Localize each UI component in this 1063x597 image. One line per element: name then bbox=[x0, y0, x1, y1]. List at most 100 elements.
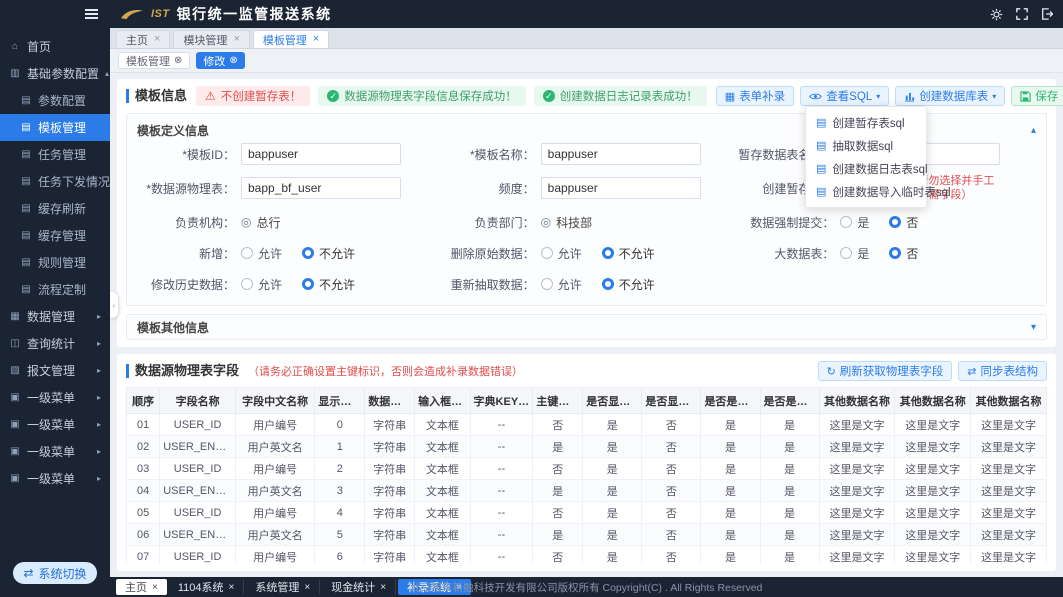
column-header[interactable]: 是否显示在... bbox=[642, 388, 701, 414]
view-sql-button[interactable]: 查看SQL ▾ bbox=[800, 86, 889, 106]
table-row[interactable]: 03USER_ID用户编号2字符串文本框--否是否是是这里是文字这里是文字这里是… bbox=[127, 458, 1047, 480]
chevron-icon: ▴ bbox=[105, 69, 109, 78]
close-icon[interactable]: × bbox=[233, 34, 239, 45]
column-header[interactable]: 字典KEY/日... bbox=[470, 388, 533, 414]
form-backfill-button[interactable]: ▦ 表单补录 bbox=[716, 86, 794, 106]
gear-icon[interactable] bbox=[990, 8, 1003, 21]
tab[interactable]: 模块管理 × bbox=[173, 30, 249, 48]
column-header[interactable]: 显示顺序 bbox=[315, 388, 365, 414]
sync-structure-button[interactable]: ⇄ 同步表结构 bbox=[958, 361, 1047, 381]
column-header[interactable]: 是否显示在... bbox=[583, 388, 642, 414]
alert-message: ⚠ ✓ 数据源物理表字段信息保存成功！ bbox=[318, 86, 526, 106]
radio-option[interactable]: 允许 bbox=[241, 245, 282, 262]
system-switch-button[interactable]: ⇄ 系统切换 bbox=[13, 562, 97, 584]
radio-option[interactable]: 不允许 bbox=[602, 245, 655, 262]
bottom-tab[interactable]: 1104系统 × bbox=[169, 579, 245, 595]
sidebar-item[interactable]: ▤ 流程定制 bbox=[0, 276, 110, 303]
radio-option[interactable]: 否 bbox=[889, 245, 918, 262]
refresh-fields-button[interactable]: ↻ 刷新获取物理表字段 bbox=[818, 361, 953, 381]
close-icon[interactable]: × bbox=[313, 34, 319, 45]
table-row[interactable]: 02USER_ENAME用户英文名1字符串文本框--是是否是是这里是文字这里是文… bbox=[127, 436, 1047, 458]
sidebar-item-icon: ▥ bbox=[9, 68, 21, 79]
radio-option[interactable]: 允许 bbox=[241, 276, 282, 293]
radio-option[interactable]: 不允许 bbox=[302, 245, 355, 262]
table-row[interactable]: 07USER_ID用户编号6字符串文本框--否是否是是这里是文字这里是文字这里是… bbox=[127, 546, 1047, 565]
sidebar-item[interactable]: ▣ 一级菜单 ▸ bbox=[0, 438, 110, 465]
frequency-input[interactable] bbox=[541, 177, 701, 199]
close-icon[interactable]: × bbox=[304, 582, 310, 593]
sql-menu-item[interactable]: ▤ 创建数据导入临时表sql bbox=[806, 180, 926, 203]
sidebar-item[interactable]: ▦ 数据管理 ▸ bbox=[0, 303, 110, 330]
close-icon[interactable]: × bbox=[229, 582, 235, 593]
dept-value[interactable]: ◎ 科技部 bbox=[541, 214, 593, 231]
column-header[interactable]: 是否是数据... bbox=[760, 388, 819, 414]
sidebar-item[interactable]: ▤ 规则管理 bbox=[0, 249, 110, 276]
radio-option[interactable]: 否 bbox=[889, 214, 918, 231]
close-icon[interactable]: × bbox=[154, 34, 160, 45]
hamburger-menu-icon[interactable] bbox=[85, 9, 98, 19]
column-header[interactable]: 其他数据名称 bbox=[895, 388, 971, 414]
radio-option[interactable]: 是 bbox=[840, 245, 869, 262]
sql-menu-item[interactable]: ▤ 创建暂存表sql bbox=[806, 111, 926, 134]
physical-table-input[interactable] bbox=[241, 177, 401, 199]
save-button[interactable]: 保存 ▾ bbox=[1011, 86, 1063, 106]
column-header[interactable]: 是否是机构... bbox=[701, 388, 760, 414]
sidebar-item[interactable]: ⌂ 首页 bbox=[0, 33, 110, 60]
sidebar-item[interactable]: ◫ 查询统计 ▸ bbox=[0, 330, 110, 357]
breadcrumb-action-chip[interactable]: 修改 ⊗ bbox=[196, 52, 244, 69]
radio-option[interactable]: 不允许 bbox=[302, 276, 355, 293]
org-value[interactable]: ◎ 总行 bbox=[241, 214, 281, 231]
close-circle-icon[interactable]: ⊗ bbox=[174, 55, 182, 66]
bottom-tab[interactable]: 现金统计 × bbox=[322, 579, 396, 595]
column-header[interactable]: 主键标识 bbox=[533, 388, 583, 414]
template-id-input[interactable] bbox=[241, 143, 401, 165]
radio-label: 允许 bbox=[558, 245, 582, 262]
column-header[interactable]: 其他数据名称 bbox=[819, 388, 895, 414]
table-cell: 是 bbox=[701, 436, 760, 458]
sidebar-item[interactable]: ▤ 任务下发情况 bbox=[0, 168, 110, 195]
sidebar-item[interactable]: ▤ 参数配置 bbox=[0, 87, 110, 114]
sidebar-item[interactable]: ▣ 一级菜单 ▸ bbox=[0, 411, 110, 438]
radio-option[interactable]: 允许 bbox=[541, 245, 582, 262]
fullscreen-icon[interactable] bbox=[1016, 8, 1028, 20]
sidebar-item[interactable]: ▤ 缓存管理 bbox=[0, 222, 110, 249]
column-header[interactable]: 输入框类型 bbox=[415, 388, 470, 414]
sidebar-item[interactable]: ▥ 基础参数配置 ▴ bbox=[0, 60, 110, 87]
table-row[interactable]: 06USER_ENAME用户英文名5字符串文本框--是是否是是这里是文字这里是文… bbox=[127, 524, 1047, 546]
sidebar-item[interactable]: ▣ 一级菜单 ▸ bbox=[0, 384, 110, 411]
sidebar-item[interactable]: ▤ 模板管理 bbox=[0, 114, 110, 141]
collapse-up-icon[interactable]: ▴ bbox=[1031, 125, 1036, 136]
table-row[interactable]: 05USER_ID用户编号4字符串文本框--否是否是是这里是文字这里是文字这里是… bbox=[127, 502, 1047, 524]
radio-option[interactable]: 是 bbox=[840, 214, 869, 231]
column-header[interactable]: 数据类型 bbox=[365, 388, 415, 414]
sidebar-item[interactable]: ▤ 任务管理 bbox=[0, 141, 110, 168]
template-name-input[interactable] bbox=[541, 143, 701, 165]
sidebar-item[interactable]: ▤ 缓存刷新 bbox=[0, 195, 110, 222]
radio-option[interactable]: 允许 bbox=[541, 276, 582, 293]
sidebar-collapse-handle[interactable]: ‹ bbox=[110, 292, 118, 318]
bottom-tab[interactable]: 主页 × bbox=[116, 579, 167, 595]
close-icon[interactable]: × bbox=[380, 582, 386, 593]
column-header[interactable]: 字段名称 bbox=[160, 388, 236, 414]
sidebar-item[interactable]: ▣ 一级菜单 ▸ bbox=[0, 465, 110, 492]
bottom-tab[interactable]: 系统管理 × bbox=[246, 579, 320, 595]
table-row[interactable]: 01USER_ID用户编号0字符串文本框--否是否是是这里是文字这里是文字这里是… bbox=[127, 414, 1047, 436]
logout-icon[interactable] bbox=[1041, 8, 1053, 20]
create-db-table-button[interactable]: 创建数据库表 ▾ bbox=[895, 86, 1005, 106]
table-row[interactable]: 04USER_ENAME用户英文名3字符串文本框--是是否是是这里是文字这里是文… bbox=[127, 480, 1047, 502]
collapse-down-icon[interactable]: ▾ bbox=[1031, 322, 1036, 333]
column-header[interactable]: 其他数据名称 bbox=[971, 388, 1047, 414]
close-icon[interactable]: × bbox=[152, 582, 158, 593]
sql-menu-item[interactable]: ▤ 创建数据日志表sql bbox=[806, 157, 926, 180]
table-cell: 是 bbox=[533, 524, 583, 546]
breadcrumb-module-chip[interactable]: 模板管理 ⊗ bbox=[118, 52, 190, 69]
tab[interactable]: 模板管理 × bbox=[253, 30, 329, 48]
sql-menu-item[interactable]: ▤ 抽取数据sql bbox=[806, 134, 926, 157]
column-header[interactable]: 顺序 bbox=[127, 388, 160, 414]
tab[interactable]: 主页 × bbox=[116, 30, 170, 48]
column-header[interactable]: 字段中文名称 bbox=[235, 388, 314, 414]
sidebar-item[interactable]: ▧ 报文管理 ▸ bbox=[0, 357, 110, 384]
close-circle-icon[interactable]: ⊗ bbox=[229, 55, 237, 66]
table-cell: 否 bbox=[642, 414, 701, 436]
radio-option[interactable]: 不允许 bbox=[602, 276, 655, 293]
